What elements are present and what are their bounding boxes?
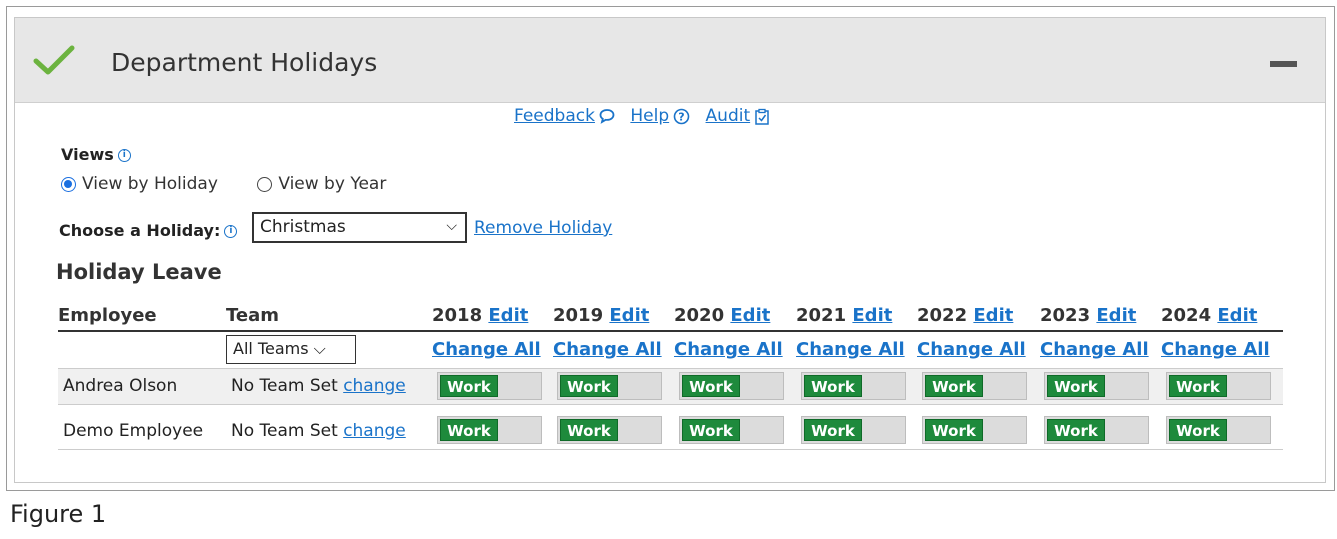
work-toggle-label: Work <box>1047 419 1105 441</box>
chevron-down-icon: ⌵ <box>446 218 457 234</box>
work-toggle-2020[interactable]: Work <box>679 416 784 444</box>
work-toggle-2021[interactable]: Work <box>801 372 906 400</box>
panel-header[interactable]: Department Holidays <box>15 18 1325 103</box>
work-toggle-label: Work <box>682 419 740 441</box>
edit-link-2019[interactable]: Edit <box>609 305 649 326</box>
change-all-2020[interactable]: Change All <box>674 339 783 360</box>
edit-link-2024[interactable]: Edit <box>1217 305 1257 326</box>
work-toggle-2018[interactable]: Work <box>437 372 542 400</box>
chevron-down-icon: ⌵ <box>313 339 326 358</box>
help-link[interactable]: Help? <box>630 106 690 126</box>
radio-unselected-icon[interactable] <box>257 176 273 192</box>
edit-link-2021[interactable]: Edit <box>852 305 892 326</box>
view-by-holiday-option[interactable]: View by Holiday <box>61 174 218 194</box>
header-divider <box>58 330 1283 332</box>
work-toggle-2019[interactable]: Work <box>557 416 662 444</box>
clipboard-check-icon <box>755 108 769 125</box>
info-icon[interactable]: i <box>117 149 131 162</box>
views-radio-group: View by Holiday View by Year <box>61 174 386 194</box>
work-toggle-label: Work <box>1047 375 1105 397</box>
year-header-2022: 2022 Edit <box>917 305 1014 326</box>
employee-name: Andrea Olson <box>63 376 178 396</box>
change-all-2018[interactable]: Change All <box>432 339 541 360</box>
change-all-2022[interactable]: Change All <box>917 339 1026 360</box>
work-toggle-2023[interactable]: Work <box>1044 416 1149 444</box>
year-header-2023: 2023 Edit <box>1040 305 1137 326</box>
holiday-select[interactable]: Christmas ⌵ <box>252 212 467 243</box>
question-circle-icon: ? <box>673 108 690 124</box>
work-toggle-2020[interactable]: Work <box>679 372 784 400</box>
work-toggle-2024[interactable]: Work <box>1166 372 1271 400</box>
panel-title: Department Holidays <box>111 48 378 77</box>
work-toggle-label: Work <box>682 375 740 397</box>
team-cell: No Team Set change <box>231 421 406 441</box>
employee-name: Demo Employee <box>63 421 204 441</box>
radio-selected-icon[interactable] <box>61 176 76 192</box>
work-toggle-2024[interactable]: Work <box>1166 416 1271 444</box>
year-header-2020: 2020 Edit <box>674 305 771 326</box>
work-toggle-label: Work <box>1169 419 1227 441</box>
work-toggle-label: Work <box>925 419 983 441</box>
speech-bubble-icon <box>599 109 615 124</box>
team-cell: No Team Set change <box>231 376 406 396</box>
info-icon[interactable]: i <box>224 225 238 238</box>
change-all-2021[interactable]: Change All <box>796 339 905 360</box>
year-header-2018: 2018 Edit <box>432 305 529 326</box>
edit-link-2022[interactable]: Edit <box>973 305 1013 326</box>
checkmark-icon <box>33 45 75 75</box>
work-toggle-label: Work <box>804 419 862 441</box>
work-toggle-2022[interactable]: Work <box>922 416 1027 444</box>
work-toggle-2022[interactable]: Work <box>922 372 1027 400</box>
change-team-link[interactable]: change <box>343 376 406 396</box>
work-toggle-2018[interactable]: Work <box>437 416 542 444</box>
work-toggle-label: Work <box>440 375 498 397</box>
edit-link-2018[interactable]: Edit <box>488 305 528 326</box>
year-header-2021: 2021 Edit <box>796 305 893 326</box>
change-all-2024[interactable]: Change All <box>1161 339 1270 360</box>
change-team-link[interactable]: change <box>343 421 406 441</box>
collapse-icon[interactable] <box>1270 61 1297 67</box>
audit-link[interactable]: Audit <box>706 106 771 126</box>
remove-holiday-link[interactable]: Remove Holiday <box>474 218 612 238</box>
work-toggle-label: Work <box>560 375 618 397</box>
work-toggle-label: Work <box>440 419 498 441</box>
year-header-2019: 2019 Edit <box>553 305 650 326</box>
edit-link-2023[interactable]: Edit <box>1096 305 1136 326</box>
team-filter-select[interactable]: All Teams ⌵ <box>226 335 356 364</box>
change-all-2019[interactable]: Change All <box>553 339 662 360</box>
work-toggle-2021[interactable]: Work <box>801 416 906 444</box>
work-toggle-2019[interactable]: Work <box>557 372 662 400</box>
holiday-leave-title: Holiday Leave <box>56 260 222 284</box>
work-toggle-2023[interactable]: Work <box>1044 372 1149 400</box>
figure-caption: Figure 1 <box>10 500 107 528</box>
svg-text:?: ? <box>678 110 684 123</box>
work-toggle-label: Work <box>1169 375 1227 397</box>
work-toggle-label: Work <box>804 375 862 397</box>
views-label: Views i <box>61 145 131 164</box>
feedback-link[interactable]: Feedback <box>514 106 615 126</box>
team-column-header: Team <box>226 305 279 326</box>
work-toggle-label: Work <box>925 375 983 397</box>
employee-column-header: Employee <box>58 305 157 326</box>
year-header-2024: 2024 Edit <box>1161 305 1258 326</box>
work-toggle-label: Work <box>560 419 618 441</box>
edit-link-2020[interactable]: Edit <box>730 305 770 326</box>
change-all-2023[interactable]: Change All <box>1040 339 1149 360</box>
choose-holiday-label: Choose a Holiday: i <box>59 221 238 240</box>
top-links: Feedback Help? Audit <box>514 106 780 126</box>
view-by-year-option[interactable]: View by Year <box>257 174 386 194</box>
